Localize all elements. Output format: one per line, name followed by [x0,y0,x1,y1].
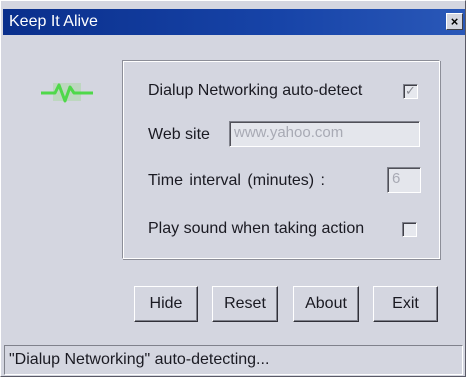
check-icon: ✓ [405,83,416,98]
keep-it-alive-window: Keep It Alive × Dialup Networking auto-d… [0,0,466,377]
website-label: Web site [148,126,210,143]
heartbeat-monitor-icon [41,83,93,103]
dialup-autodetect-label: Dialup Networking auto-detect [148,82,363,99]
play-sound-label: Play sound when taking action [148,220,365,237]
play-sound-checkbox[interactable] [402,222,417,237]
status-bar: "Dialup Networking" auto-detecting... [4,345,463,375]
reset-button[interactable]: Reset [212,286,278,322]
time-interval-input[interactable]: 6 [387,167,421,193]
hide-button[interactable]: Hide [134,286,198,322]
close-icon: × [450,14,459,29]
exit-button[interactable]: Exit [373,286,438,322]
dialup-autodetect-checkbox[interactable]: ✓ [403,84,418,99]
website-input[interactable]: www.yahoo.com [229,121,420,147]
time-interval-label: Time interval (minutes) : [148,172,325,189]
window-title: Keep It Alive [9,13,98,30]
title-bar[interactable]: Keep It Alive × [3,9,465,35]
close-button[interactable]: × [446,13,463,30]
about-button[interactable]: About [293,286,359,322]
status-text: "Dialup Networking" auto-detecting... [9,351,270,368]
